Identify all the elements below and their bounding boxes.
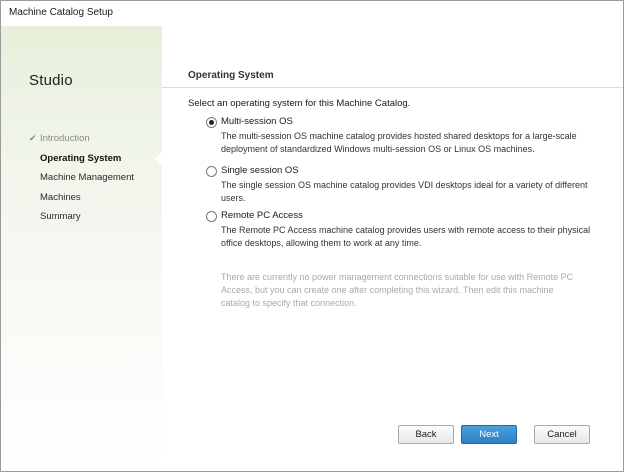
step-label: Machines (40, 191, 81, 203)
remote-pc-access-radio[interactable] (206, 211, 217, 222)
step-label: Summary (40, 211, 81, 222)
option-description: The Remote PC Access machine catalog pro… (221, 225, 591, 248)
heading-divider (162, 87, 623, 88)
step-introduction[interactable]: ✔ Introduction (1, 129, 162, 149)
wizard-sidebar: Studio ✔ Introduction Operating System M… (1, 26, 162, 471)
main-panel: Operating System Select an operating sys… (162, 26, 623, 471)
window-title: Machine Catalog Setup (9, 7, 113, 18)
os-prompt: Select an operating system for this Mach… (188, 98, 411, 109)
checkmark-icon: ✔ (29, 133, 37, 143)
next-button[interactable]: Next (461, 425, 517, 444)
step-label: Operating System (40, 152, 122, 164)
wizard-steps: ✔ Introduction Operating System Machine … (1, 129, 162, 227)
step-label: Machine Management (40, 172, 134, 183)
single-session-radio[interactable] (206, 166, 217, 177)
option-label[interactable]: Remote PC Access (221, 210, 303, 221)
back-button[interactable]: Back (398, 425, 454, 444)
step-summary: Summary (1, 207, 162, 227)
option-label[interactable]: Single session OS (221, 165, 299, 176)
multi-session-radio[interactable] (206, 117, 217, 128)
page-title: Operating System (188, 70, 274, 81)
step-label: Introduction (40, 133, 90, 144)
cancel-button[interactable]: Cancel (534, 425, 590, 444)
remote-pc-note: There are currently no power management … (221, 272, 574, 308)
studio-brand: Studio (29, 72, 73, 89)
option-label[interactable]: Multi-session OS (221, 116, 293, 127)
step-operating-system[interactable]: Operating System (1, 149, 162, 169)
step-machine-management: Machine Management (1, 168, 162, 188)
wizard-window: Machine Catalog Setup Studio ✔ Introduct… (0, 0, 624, 472)
option-description: The multi-session OS machine catalog pro… (221, 131, 577, 154)
current-step-pointer-icon (155, 151, 162, 166)
title-bar: Machine Catalog Setup (1, 1, 623, 26)
step-machines: Machines (1, 188, 162, 208)
option-description: The single session OS machine catalog pr… (221, 180, 588, 203)
